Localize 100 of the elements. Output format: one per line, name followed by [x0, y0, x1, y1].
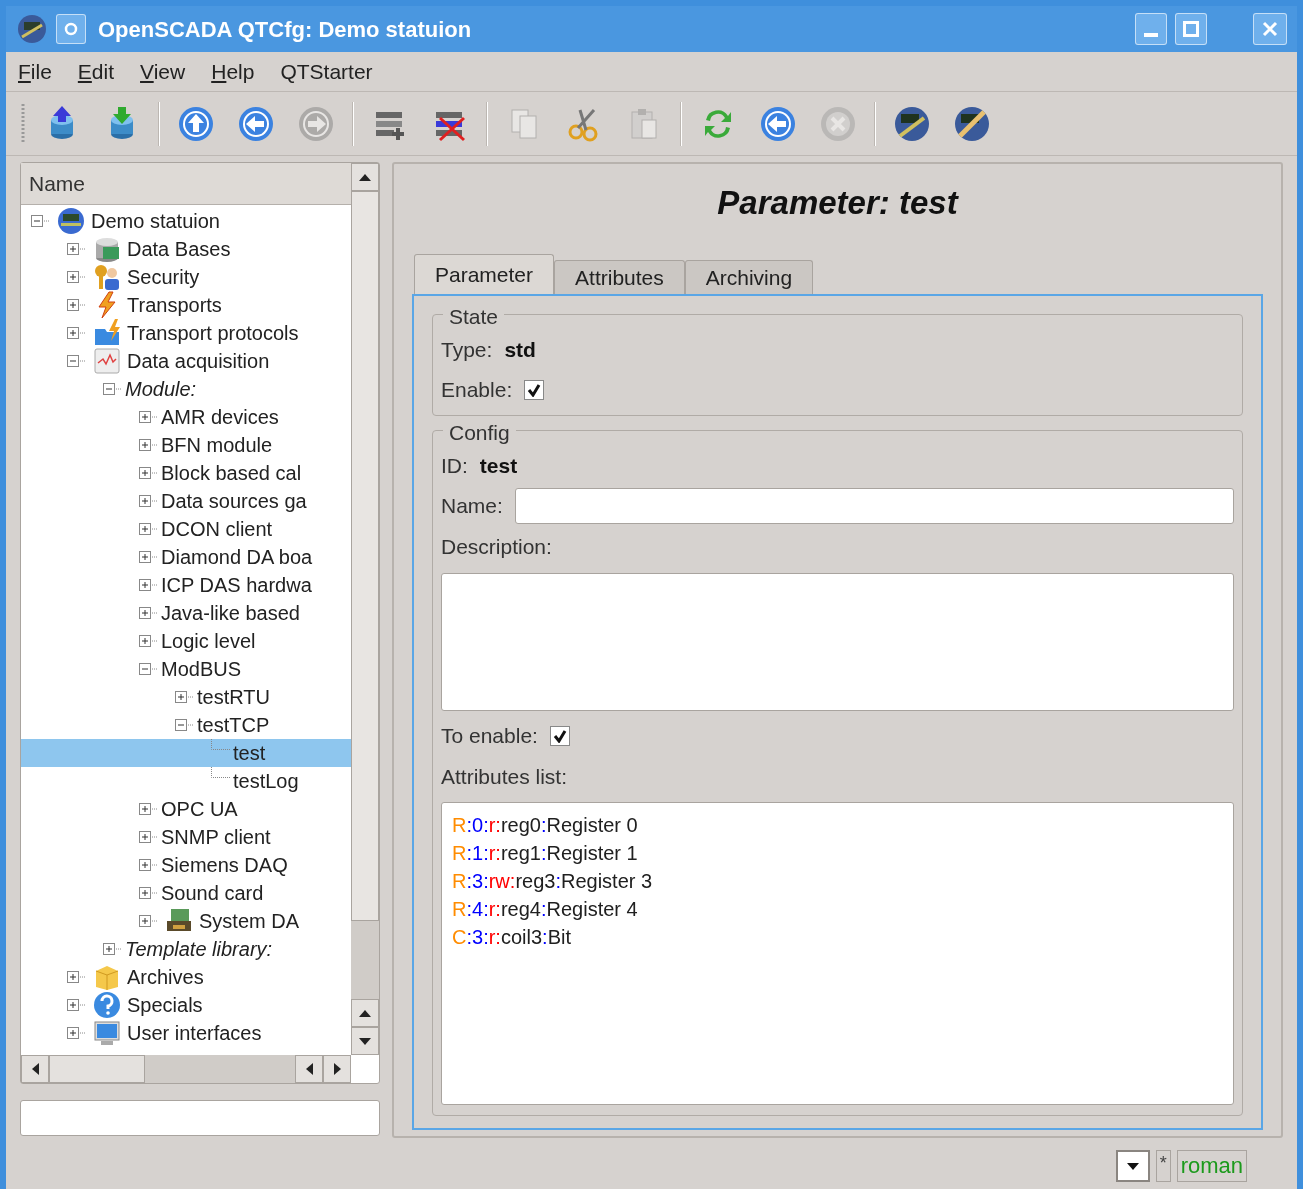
checkmark-icon [527, 383, 542, 397]
menu-item[interactable]: QTStarter [280, 55, 373, 88]
scroll-thumb[interactable] [351, 191, 379, 921]
menu-item[interactable]: Help [211, 55, 255, 88]
description-field[interactable] [441, 572, 1234, 711]
tree-item[interactable]: Sound card [21, 879, 351, 907]
tree-item[interactable]: Logic level [21, 627, 351, 655]
maximize-button[interactable] [1175, 13, 1207, 45]
monitor-icon [93, 1019, 121, 1047]
field-value: test [479, 453, 518, 480]
tree-item[interactable]: Java-like based [21, 599, 351, 627]
tab[interactable]: Archiving [684, 260, 814, 294]
tree-item[interactable]: Template library: [21, 935, 351, 963]
tree-item[interactable]: Security [21, 263, 351, 291]
tree-item[interactable]: Diamond DA boa [21, 543, 351, 571]
field-label: ID: [441, 453, 468, 480]
tab[interactable]: Attributes [554, 260, 685, 294]
down-arrow-icon [359, 1037, 371, 1045]
tree-item[interactable]: testRTU [21, 683, 351, 711]
station-icon [57, 207, 85, 235]
minimize-button[interactable] [1135, 13, 1167, 45]
close-icon [1262, 21, 1278, 37]
keys-user-icon [93, 263, 121, 291]
tree-item[interactable]: BFN module [21, 431, 351, 459]
field-label: To enable: [441, 722, 538, 749]
tree-item[interactable]: Data acquisition [21, 347, 351, 375]
scroll-up-button[interactable] [351, 163, 379, 191]
app-icon [16, 13, 48, 45]
dropdown-button[interactable] [1115, 1150, 1150, 1182]
tree-item[interactable]: Archives [21, 963, 351, 991]
pin-button[interactable] [56, 14, 86, 44]
folder-lightning-icon [93, 319, 121, 347]
tree-item[interactable]: User interfaces [21, 1019, 351, 1047]
tree-item[interactable]: Module: [21, 375, 351, 403]
scroll-down-button[interactable] [351, 1027, 379, 1055]
left-arrow-icon [305, 1063, 313, 1075]
circle-icon [64, 22, 78, 36]
page-title: Parameter: test [716, 183, 960, 223]
tree-item[interactable]: Specials [21, 991, 351, 1019]
right-arrow-icon [333, 1063, 341, 1075]
text-field[interactable] [20, 1100, 380, 1136]
name-field[interactable] [514, 488, 1234, 524]
field-label: Attributes list: [441, 763, 569, 790]
tree-item[interactable]: ICP DAS hardwa [21, 571, 351, 599]
tree-item[interactable]: SNMP client [21, 823, 351, 851]
minimize-icon [1144, 33, 1158, 37]
attribute-line: C:3:r:coil3:Bit [452, 925, 572, 950]
tree-item[interactable]: Data Bases [21, 235, 351, 263]
checkbox[interactable] [524, 380, 545, 400]
status-flag: * [1155, 1150, 1171, 1182]
field-label: Type: [441, 337, 493, 364]
scroll-left-button[interactable] [21, 1055, 49, 1083]
scroll-up-button[interactable] [351, 999, 379, 1027]
help-icon [93, 991, 121, 1019]
field-label: Enable: [441, 377, 513, 404]
menu-item[interactable]: Edit [77, 55, 115, 88]
tree-item[interactable]: Transports [21, 291, 351, 319]
attribute-line: R:3:rw:reg3:Register 3 [452, 869, 654, 894]
checkbox[interactable] [549, 725, 570, 746]
window-title: OpenSCADA QTCfg: Demo statuion [98, 15, 472, 44]
tree-item[interactable]: Siemens DAQ [21, 851, 351, 879]
field-label: Description: [441, 534, 553, 560]
close-button[interactable] [1253, 13, 1287, 45]
column-header[interactable]: Name [21, 163, 351, 205]
tree-item[interactable]: System DA [21, 907, 351, 935]
scroll-thumb[interactable] [49, 1055, 145, 1083]
tree-item[interactable]: testTCP [21, 711, 351, 739]
field-label: Name: [441, 493, 503, 520]
tree-item[interactable]: testLog [21, 767, 351, 795]
toolbar-grip [20, 103, 26, 144]
menu-item[interactable]: View [140, 55, 186, 88]
tree-item[interactable]: Transport protocols [21, 319, 351, 347]
left-arrow-icon [31, 1063, 39, 1075]
tree-item[interactable]: Demo statuion [21, 207, 351, 235]
user-name: roman [1176, 1150, 1247, 1182]
tree-item[interactable]: test [21, 739, 351, 767]
tree-item[interactable]: OPC UA [21, 795, 351, 823]
checkmark-icon [552, 728, 567, 743]
database-icon [93, 235, 121, 263]
up-arrow-icon [359, 173, 371, 181]
tree-item[interactable]: ModBUS [21, 655, 351, 683]
chart-icon [93, 347, 121, 375]
attribute-line: R:0:r:reg0:Register 0 [452, 813, 639, 838]
scroll-left-button[interactable] [295, 1055, 323, 1083]
menu-item[interactable]: File [18, 55, 52, 88]
tree-item[interactable]: Data sources ga [21, 487, 351, 515]
horizontal-scrollbar[interactable] [21, 1055, 351, 1083]
tree-item[interactable]: DCON client [21, 515, 351, 543]
tree-branch-icon [211, 739, 231, 750]
tree-item[interactable]: AMR devices [21, 403, 351, 431]
up-arrow-icon [359, 1009, 371, 1017]
box-icon [93, 963, 121, 991]
attributes-field[interactable]: R:0:r:reg0:Register 0 R:1:r:reg1:Register 1 R:3:rw:reg3:Register 3 R:4:r:reg4:Register 4 C:3:r:coil3:Bit [441, 802, 1234, 1105]
caret-icon [1126, 1162, 1139, 1170]
tab[interactable]: Parameter [414, 254, 555, 294]
tree-item[interactable]: Block based cal [21, 459, 351, 487]
field-value: std [504, 337, 536, 364]
vertical-scrollbar[interactable] [351, 163, 379, 1055]
scroll-right-button[interactable] [323, 1055, 351, 1083]
attribute-line: R:4:r:reg4:Register 4 [452, 897, 639, 922]
